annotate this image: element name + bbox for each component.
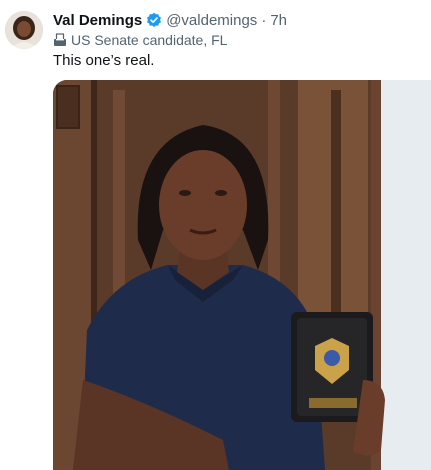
author-avatar[interactable] — [5, 11, 43, 49]
tweet-text: This one’s real. — [53, 52, 155, 69]
avatar-image — [5, 11, 43, 49]
candidate-label-text: US Senate candidate, FL — [71, 32, 228, 48]
tweet: Val Demings @valdemings · 7h US Senate c… — [0, 0, 431, 470]
ballot-box-icon — [53, 33, 67, 47]
separator-dot: · — [261, 11, 267, 29]
tweet-timestamp[interactable]: 7h — [270, 12, 287, 29]
author-name[interactable]: Val Demings — [53, 12, 142, 29]
tweet-header: Val Demings @valdemings · 7h — [53, 10, 287, 30]
tweet-photo[interactable] — [53, 80, 431, 470]
verified-badge-icon — [146, 12, 162, 28]
photo-image — [53, 80, 431, 470]
candidate-label[interactable]: US Senate candidate, FL — [53, 31, 227, 49]
author-handle[interactable]: @valdemings — [166, 12, 257, 29]
